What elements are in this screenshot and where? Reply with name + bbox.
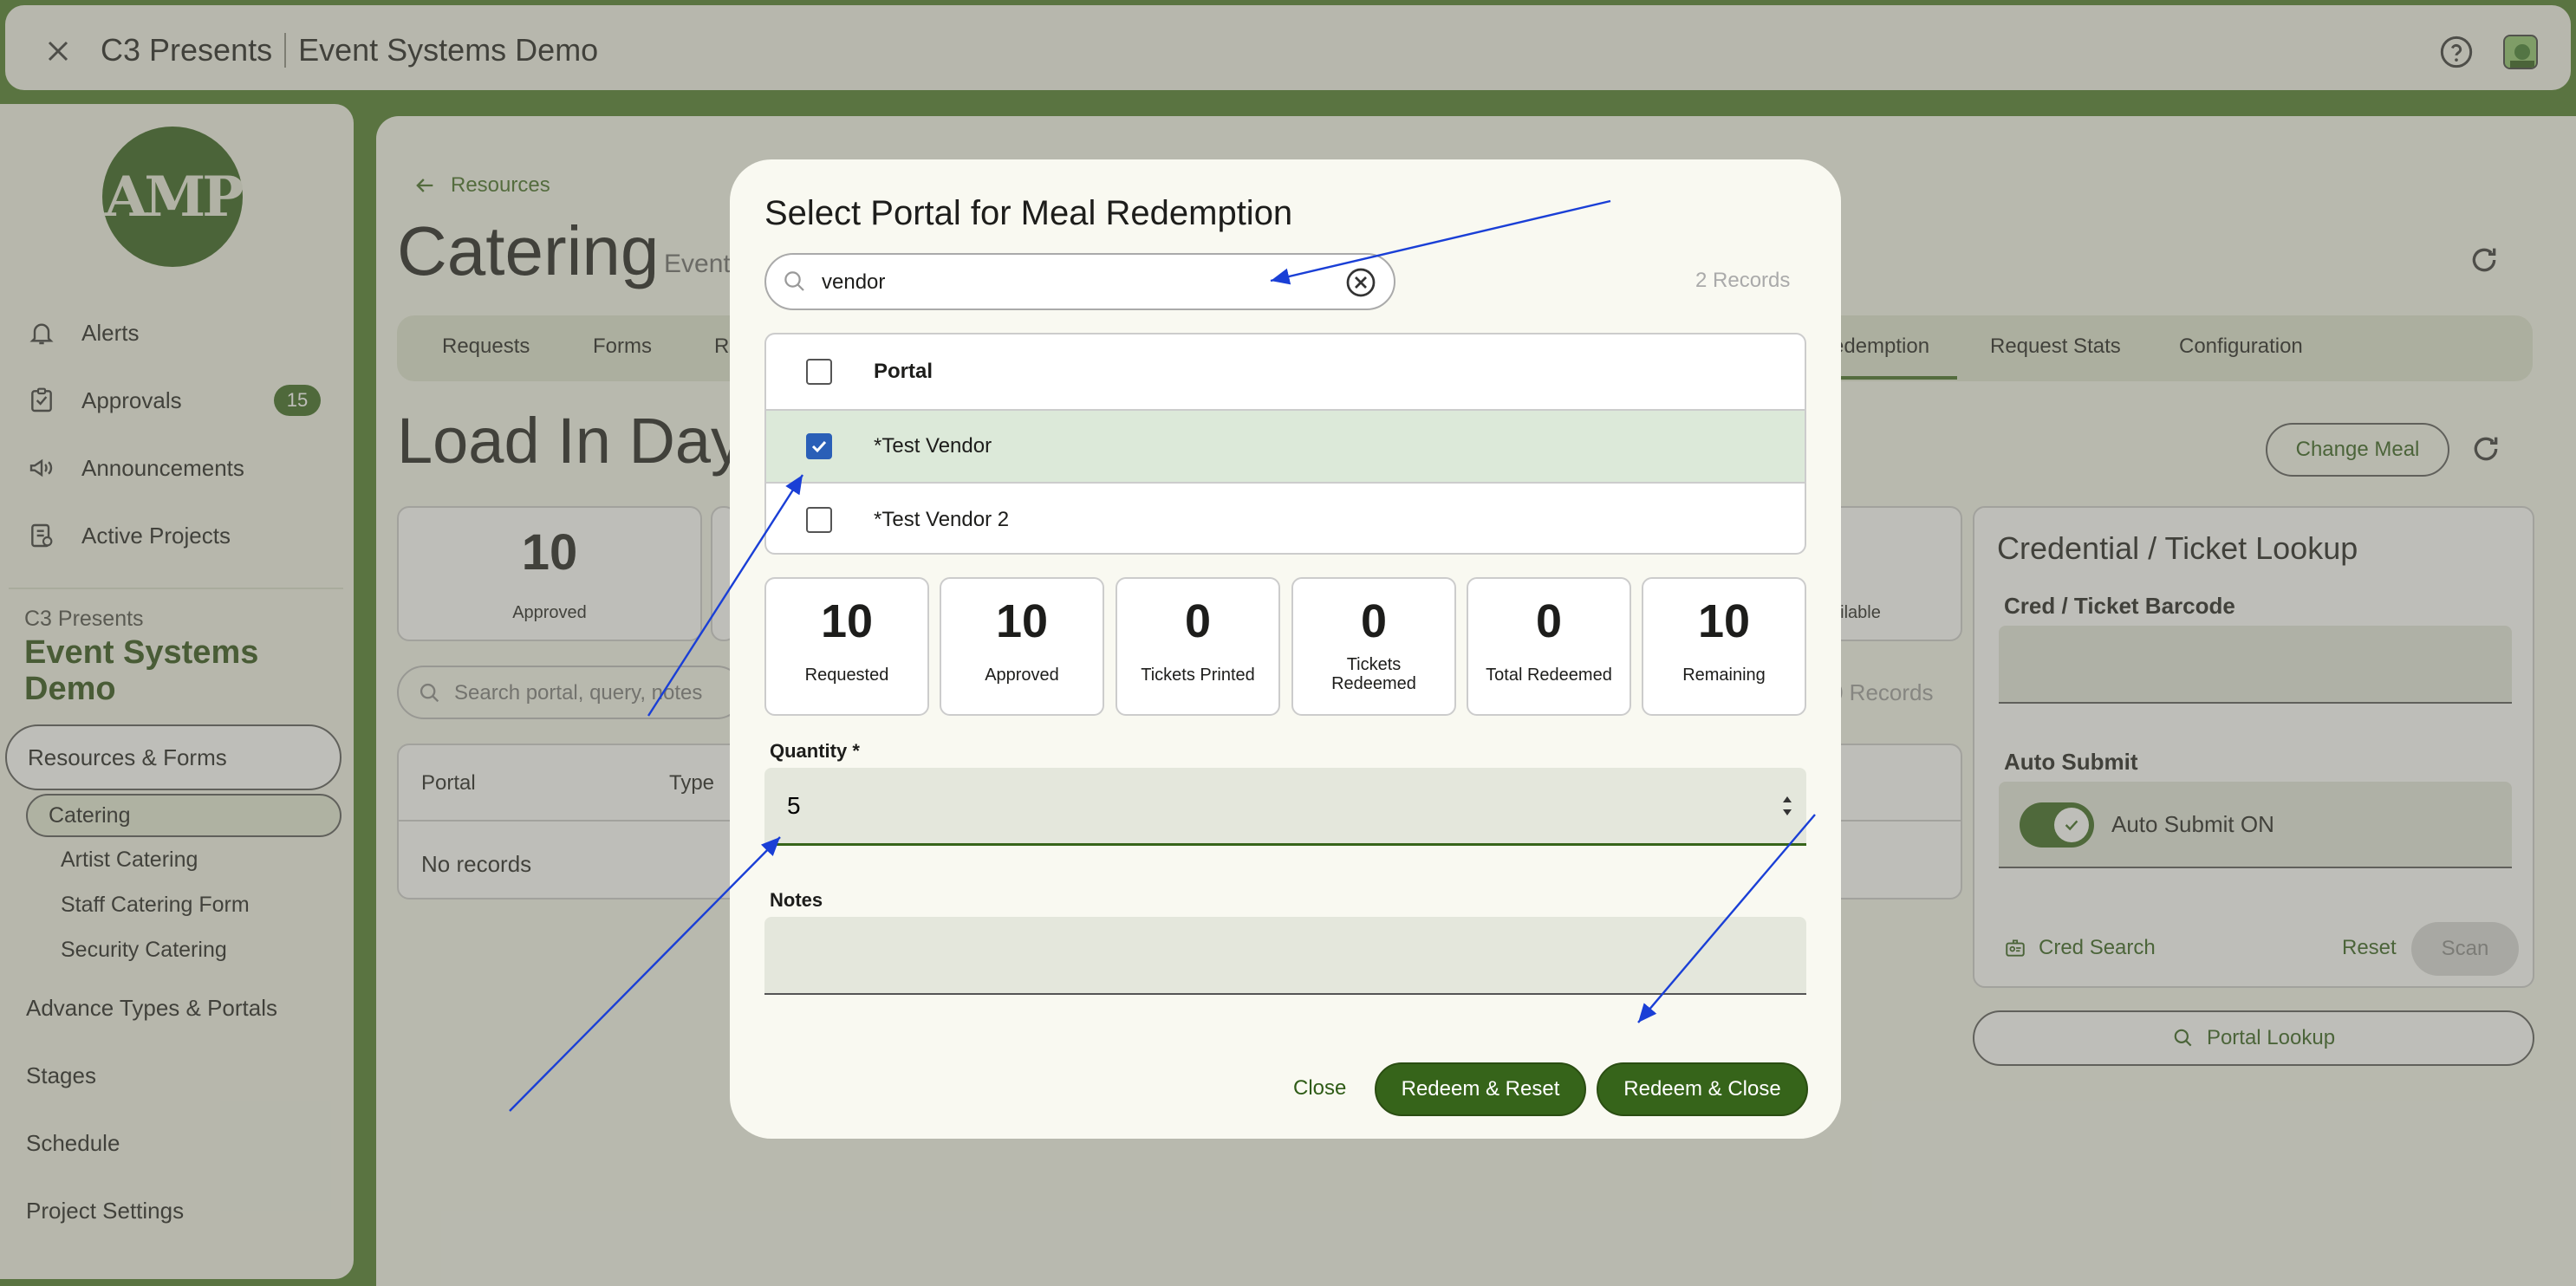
notes-label: Notes (770, 889, 823, 911)
dialog-search-field (764, 253, 1395, 310)
stat-value: 10 (820, 595, 874, 647)
stat-value: 10 (1697, 595, 1751, 647)
stat-card-tickets-printed: 0 Tickets Printed (1116, 577, 1280, 716)
stat-label: Requested (804, 666, 889, 685)
stat-label: Remaining (1682, 666, 1766, 685)
search-icon (784, 271, 804, 291)
table-row[interactable]: *Test Vendor 2 (766, 484, 1805, 553)
table-header-row: Portal (766, 334, 1805, 411)
stat-value: 0 (1184, 595, 1212, 647)
stat-label: Tickets Printed (1141, 666, 1255, 685)
quantity-label: Quantity * (770, 740, 860, 762)
stat-card-total-redeemed: 0 Total Redeemed (1467, 577, 1631, 716)
stat-card-tickets-redeemed: 0 Tickets Redeemed (1291, 577, 1456, 716)
row-checkbox-checked[interactable] (806, 433, 832, 459)
number-spinner-icon[interactable] (1780, 790, 1794, 822)
dialog-search-input[interactable] (822, 265, 1324, 300)
portal-name: *Test Vendor (874, 434, 992, 458)
stat-card-approved: 10 Approved (940, 577, 1104, 716)
stat-card-requested: 10 Requested (764, 577, 929, 716)
row-checkbox[interactable] (806, 507, 832, 533)
stat-label: Tickets Redeemed (1331, 655, 1416, 693)
quantity-field (764, 768, 1806, 846)
stat-card-remaining: 10 Remaining (1642, 577, 1806, 716)
redeem-close-button[interactable]: Redeem & Close (1597, 1062, 1808, 1116)
notes-input[interactable] (764, 917, 1806, 995)
quantity-input[interactable] (787, 789, 1740, 823)
check-icon (811, 440, 827, 453)
portal-name: *Test Vendor 2 (874, 508, 1010, 531)
stat-label: Approved (985, 666, 1059, 685)
dialog-records-count: 2 Records (1695, 269, 1791, 292)
stat-label: Total Redeemed (1486, 666, 1612, 685)
table-row[interactable]: *Test Vendor (766, 411, 1805, 484)
stat-value: 0 (1360, 595, 1388, 647)
column-header-portal: Portal (874, 360, 933, 383)
select-portal-dialog: Select Portal for Meal Redemption 2 Reco… (730, 159, 1841, 1139)
select-all-checkbox[interactable] (806, 359, 832, 385)
clear-search-icon[interactable] (1345, 267, 1376, 298)
dialog-close-button[interactable]: Close (1293, 1076, 1346, 1101)
meal-stats-row: 10 Requested 10 Approved 0 Tickets Print… (764, 577, 1806, 716)
stat-value: 10 (995, 595, 1049, 647)
stat-value: 0 (1535, 595, 1563, 647)
portal-selection-table: Portal *Test Vendor *Test Vendor 2 (764, 333, 1806, 555)
dialog-title: Select Portal for Meal Redemption (764, 194, 1293, 232)
redeem-reset-button[interactable]: Redeem & Reset (1375, 1062, 1586, 1116)
